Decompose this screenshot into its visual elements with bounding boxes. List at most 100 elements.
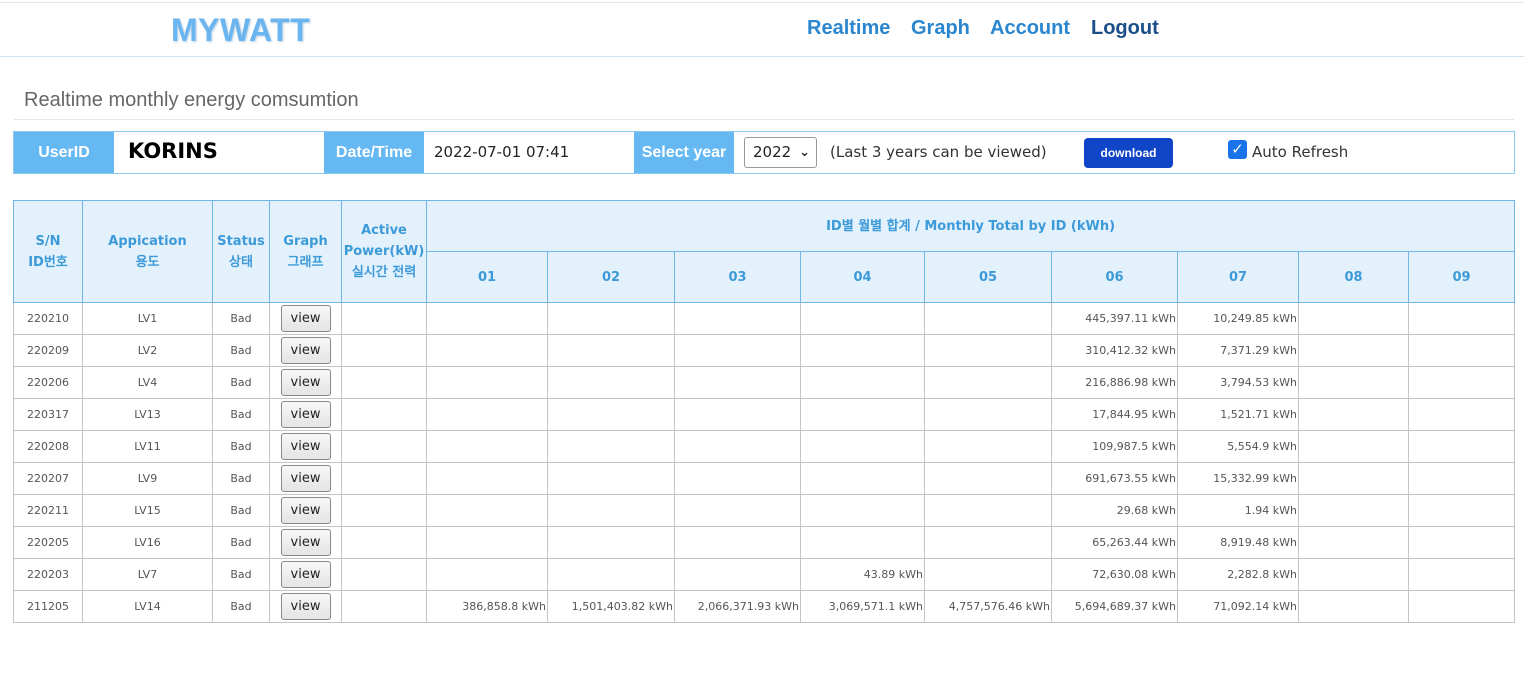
table-row: 220209 LV2 Bad view 310,412.32 kWh 7,371.29 k…: [13, 334, 1516, 367]
cell-month-06: 216,886.98 kWh: [1051, 366, 1178, 399]
nav-graph[interactable]: Graph: [911, 17, 970, 40]
table-row: 220203 LV7 Bad view 43.89 kWh 72,630.08 kWh 2,…: [13, 558, 1516, 591]
cell-month-06: 691,673.55 kWh: [1051, 462, 1178, 495]
cell-graph: view: [269, 494, 342, 527]
cell-month-09: [1407, 430, 1516, 463]
cell-month-01: [426, 494, 548, 527]
view-graph-button[interactable]: view: [280, 369, 331, 396]
cell-month-09: [1407, 398, 1516, 431]
cell-month-06: 310,412.32 kWh: [1051, 334, 1178, 367]
cell-month-08: [1298, 462, 1409, 495]
cell-active-power: [341, 526, 427, 559]
cell-month-01: [426, 334, 548, 367]
table-row: 220207 LV9 Bad view 691,673.55 kWh 15,332.99 …: [13, 462, 1516, 495]
top-navbar: MYWATT Realtime Graph Account Logout: [0, 2, 1524, 57]
cell-month-04: [800, 334, 925, 367]
cell-month-03: [674, 334, 801, 367]
cell-month-06: 5,694,689.37 kWh: [1051, 590, 1178, 623]
cell-application: LV9: [82, 462, 213, 495]
view-graph-button[interactable]: view: [280, 305, 331, 332]
download-button[interactable]: download: [1084, 138, 1173, 168]
status-badge: Bad: [212, 302, 270, 335]
cell-month-07: 3,794.53 kWh: [1177, 366, 1299, 399]
auto-refresh-checkbox[interactable]: ✓: [1228, 140, 1247, 159]
table-row: 220208 LV11 Bad view 109,987.5 kWh 5,554.9 kW…: [13, 430, 1516, 463]
cell-month-08: [1298, 366, 1409, 399]
user-id-value: KORINS: [128, 139, 218, 163]
cell-graph: view: [269, 334, 342, 367]
year-select[interactable]: 2022 ⌄: [744, 137, 817, 168]
view-graph-button[interactable]: view: [280, 465, 331, 492]
cell-month-01: [426, 302, 548, 335]
cell-application: LV7: [82, 558, 213, 591]
cell-graph: view: [269, 526, 342, 559]
cell-month-07: 8,919.48 kWh: [1177, 526, 1299, 559]
cell-month-08: [1298, 334, 1409, 367]
header-month-07: 07: [1177, 251, 1299, 303]
nav-logout[interactable]: Logout: [1091, 17, 1159, 40]
cell-month-09: [1407, 462, 1516, 495]
cell-month-03: [674, 558, 801, 591]
cell-graph: view: [269, 462, 342, 495]
cell-month-07: 71,092.14 kWh: [1177, 590, 1299, 623]
cell-graph: view: [269, 302, 342, 335]
cell-month-05: [924, 366, 1052, 399]
table-row: 211205 LV14 Bad view 386,858.8 kWh 1,501,403.…: [13, 590, 1516, 623]
cell-month-06: 445,397.11 kWh: [1051, 302, 1178, 335]
cell-graph: view: [269, 430, 342, 463]
header-month-05: 05: [924, 251, 1052, 303]
logo[interactable]: MYWATT: [171, 12, 310, 49]
view-graph-button[interactable]: view: [280, 337, 331, 364]
cell-month-02: [547, 462, 675, 495]
cell-month-08: [1298, 558, 1409, 591]
cell-month-06: 109,987.5 kWh: [1051, 430, 1178, 463]
user-id-label: UserID: [14, 132, 114, 173]
cell-month-06: 29.68 kWh: [1051, 494, 1178, 527]
cell-month-08: [1298, 526, 1409, 559]
cell-application: LV11: [82, 430, 213, 463]
year-select-value: 2022: [753, 143, 792, 161]
info-bar: UserID KORINS Date/Time 2022-07-01 07:41…: [13, 131, 1515, 174]
cell-month-02: [547, 494, 675, 527]
select-year-label: Select year: [634, 132, 734, 173]
cell-month-09: [1407, 590, 1516, 623]
cell-sn: 220203: [13, 558, 83, 591]
title-divider: [14, 119, 1514, 120]
cell-active-power: [341, 398, 427, 431]
view-graph-button[interactable]: view: [280, 433, 331, 460]
cell-month-05: [924, 462, 1052, 495]
table-row: 220317 LV13 Bad view 17,844.95 kWh 1,521.71 k…: [13, 398, 1516, 431]
checkmark-icon: ✓: [1231, 140, 1244, 158]
nav-realtime[interactable]: Realtime: [807, 17, 890, 40]
cell-month-02: [547, 366, 675, 399]
cell-month-05: [924, 494, 1052, 527]
cell-month-04: 3,069,571.1 kWh: [800, 590, 925, 623]
cell-graph: view: [269, 366, 342, 399]
cell-month-01: [426, 398, 548, 431]
view-graph-button[interactable]: view: [280, 497, 331, 524]
view-graph-button[interactable]: view: [280, 561, 331, 588]
cell-month-01: [426, 462, 548, 495]
view-graph-button[interactable]: view: [280, 529, 331, 556]
status-badge: Bad: [212, 558, 270, 591]
cell-application: LV1: [82, 302, 213, 335]
cell-month-08: [1298, 590, 1409, 623]
cell-month-03: [674, 366, 801, 399]
cell-month-06: 72,630.08 kWh: [1051, 558, 1178, 591]
cell-month-05: [924, 558, 1052, 591]
nav-account[interactable]: Account: [990, 17, 1070, 40]
view-graph-button[interactable]: view: [280, 401, 331, 428]
view-graph-button[interactable]: view: [280, 593, 331, 620]
page-title: Realtime monthly energy comsumtion: [24, 89, 359, 111]
cell-month-02: 1,501,403.82 kWh: [547, 590, 675, 623]
cell-month-06: 17,844.95 kWh: [1051, 398, 1178, 431]
header-monthly-total: ID별 월별 합계 / Monthly Total by ID (kWh): [425, 200, 1516, 252]
cell-sn: 220317: [13, 398, 83, 431]
cell-application: LV15: [82, 494, 213, 527]
auto-refresh-label[interactable]: Auto Refresh: [1252, 143, 1348, 161]
status-badge: Bad: [212, 494, 270, 527]
cell-month-08: [1298, 494, 1409, 527]
cell-month-01: 386,858.8 kWh: [426, 590, 548, 623]
energy-table: S/N ID번호 Appication 용도 Status 상태 Graph 그래프 A…: [13, 200, 1516, 623]
cell-sn: 220210: [13, 302, 83, 335]
